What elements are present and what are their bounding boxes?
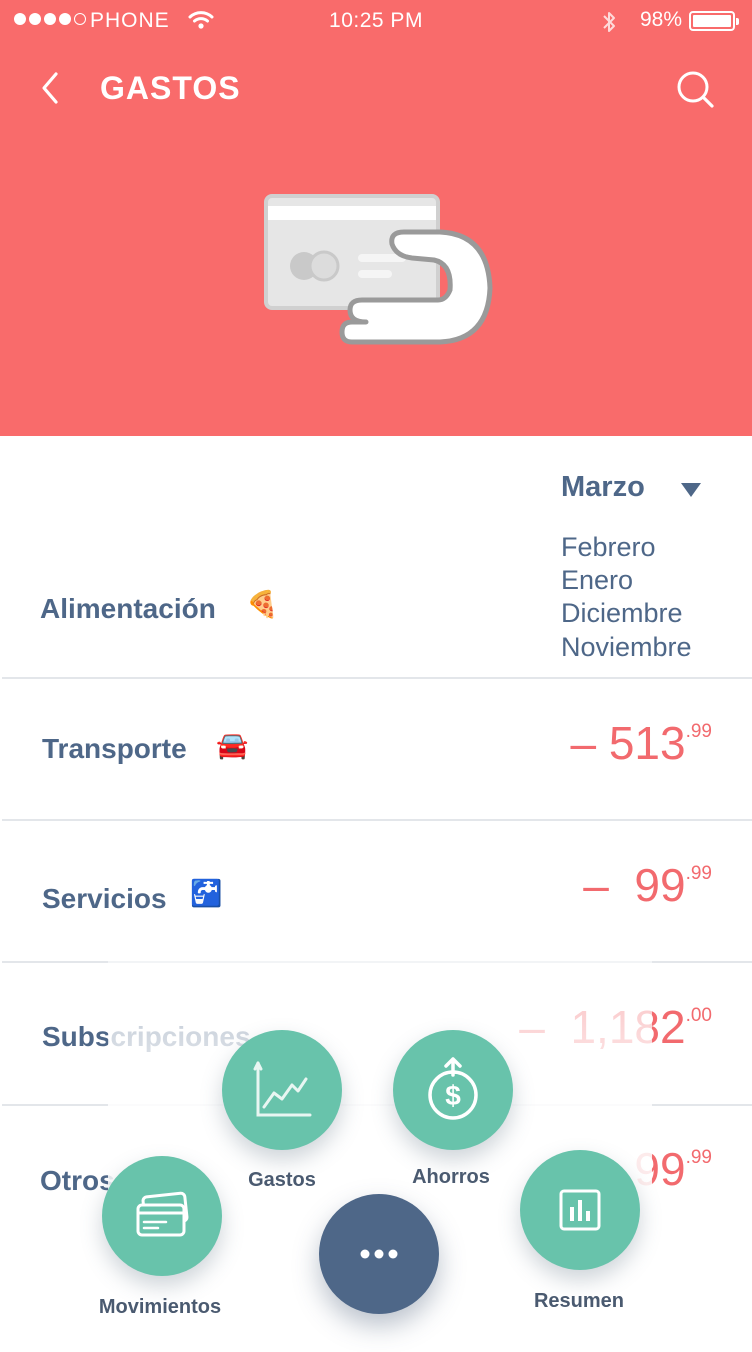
movimientos-button[interactable] bbox=[102, 1156, 222, 1276]
amount-value: 513 bbox=[608, 717, 686, 769]
cards-icon bbox=[136, 1191, 189, 1237]
amount-sign: – bbox=[583, 859, 609, 911]
faucet-icon: 🚰 bbox=[190, 878, 223, 908]
row-divider bbox=[2, 677, 752, 679]
category-label-alimentacion[interactable]: Alimentación bbox=[40, 593, 216, 625]
gastos-label: Gastos bbox=[248, 1169, 316, 1191]
month-option-enero[interactable]: Enero bbox=[561, 565, 633, 596]
amount-cents: .99 bbox=[685, 1147, 712, 1168]
header: PHONE 10:25 PM 98% GASTOS bbox=[0, 0, 752, 436]
bluetooth-icon bbox=[603, 12, 615, 32]
row-divider bbox=[2, 819, 752, 821]
gastos-button[interactable] bbox=[222, 1030, 342, 1150]
savings-dollar-icon: $ bbox=[428, 1057, 478, 1120]
month-selector[interactable]: Marzo bbox=[561, 471, 645, 504]
resumen-button[interactable] bbox=[520, 1150, 640, 1270]
credit-card-hand-illustration bbox=[264, 194, 493, 345]
amount-cents: .99 bbox=[685, 721, 712, 742]
category-label-otros[interactable]: Otros bbox=[40, 1165, 115, 1197]
movimientos-label: Movimientos bbox=[98, 1296, 222, 1318]
month-option-febrero[interactable]: Febrero bbox=[561, 532, 656, 563]
pizza-icon: 🍕 bbox=[246, 589, 279, 619]
amount-value: 99 bbox=[634, 859, 686, 911]
category-label-servicios[interactable]: Servicios bbox=[42, 883, 167, 915]
caret-down-icon[interactable] bbox=[679, 481, 703, 499]
ahorros-button[interactable]: $ bbox=[393, 1030, 513, 1150]
page-title: GASTOS bbox=[100, 70, 241, 106]
ahorros-label: Ahorros bbox=[412, 1166, 490, 1188]
back-chevron-icon[interactable] bbox=[34, 68, 70, 108]
bar-chart-icon bbox=[559, 1189, 601, 1231]
more-dots-icon bbox=[360, 1249, 398, 1259]
amount-servicios: – 99.99 bbox=[583, 858, 712, 912]
menu-toggle-button[interactable] bbox=[319, 1194, 439, 1314]
amount-transporte: – 513.99 bbox=[570, 716, 712, 770]
month-option-noviembre[interactable]: Noviembre bbox=[561, 632, 692, 663]
line-chart-icon bbox=[253, 1061, 312, 1117]
car-icon: 🚘 bbox=[216, 730, 249, 760]
amount-cents: .99 bbox=[685, 863, 712, 884]
battery-icon bbox=[689, 11, 739, 31]
amount-sign: – bbox=[570, 717, 597, 769]
battery-percentage: 98% bbox=[640, 8, 683, 31]
status-bar: PHONE 10:25 PM 98% bbox=[0, 0, 752, 40]
month-option-diciembre[interactable]: Diciembre bbox=[561, 598, 683, 629]
svg-text:$: $ bbox=[445, 1080, 461, 1111]
search-icon[interactable] bbox=[672, 66, 718, 112]
resumen-label: Resumen bbox=[533, 1290, 625, 1312]
amount-cents: .00 bbox=[685, 1005, 712, 1026]
category-label-transporte[interactable]: Transporte bbox=[42, 733, 187, 765]
